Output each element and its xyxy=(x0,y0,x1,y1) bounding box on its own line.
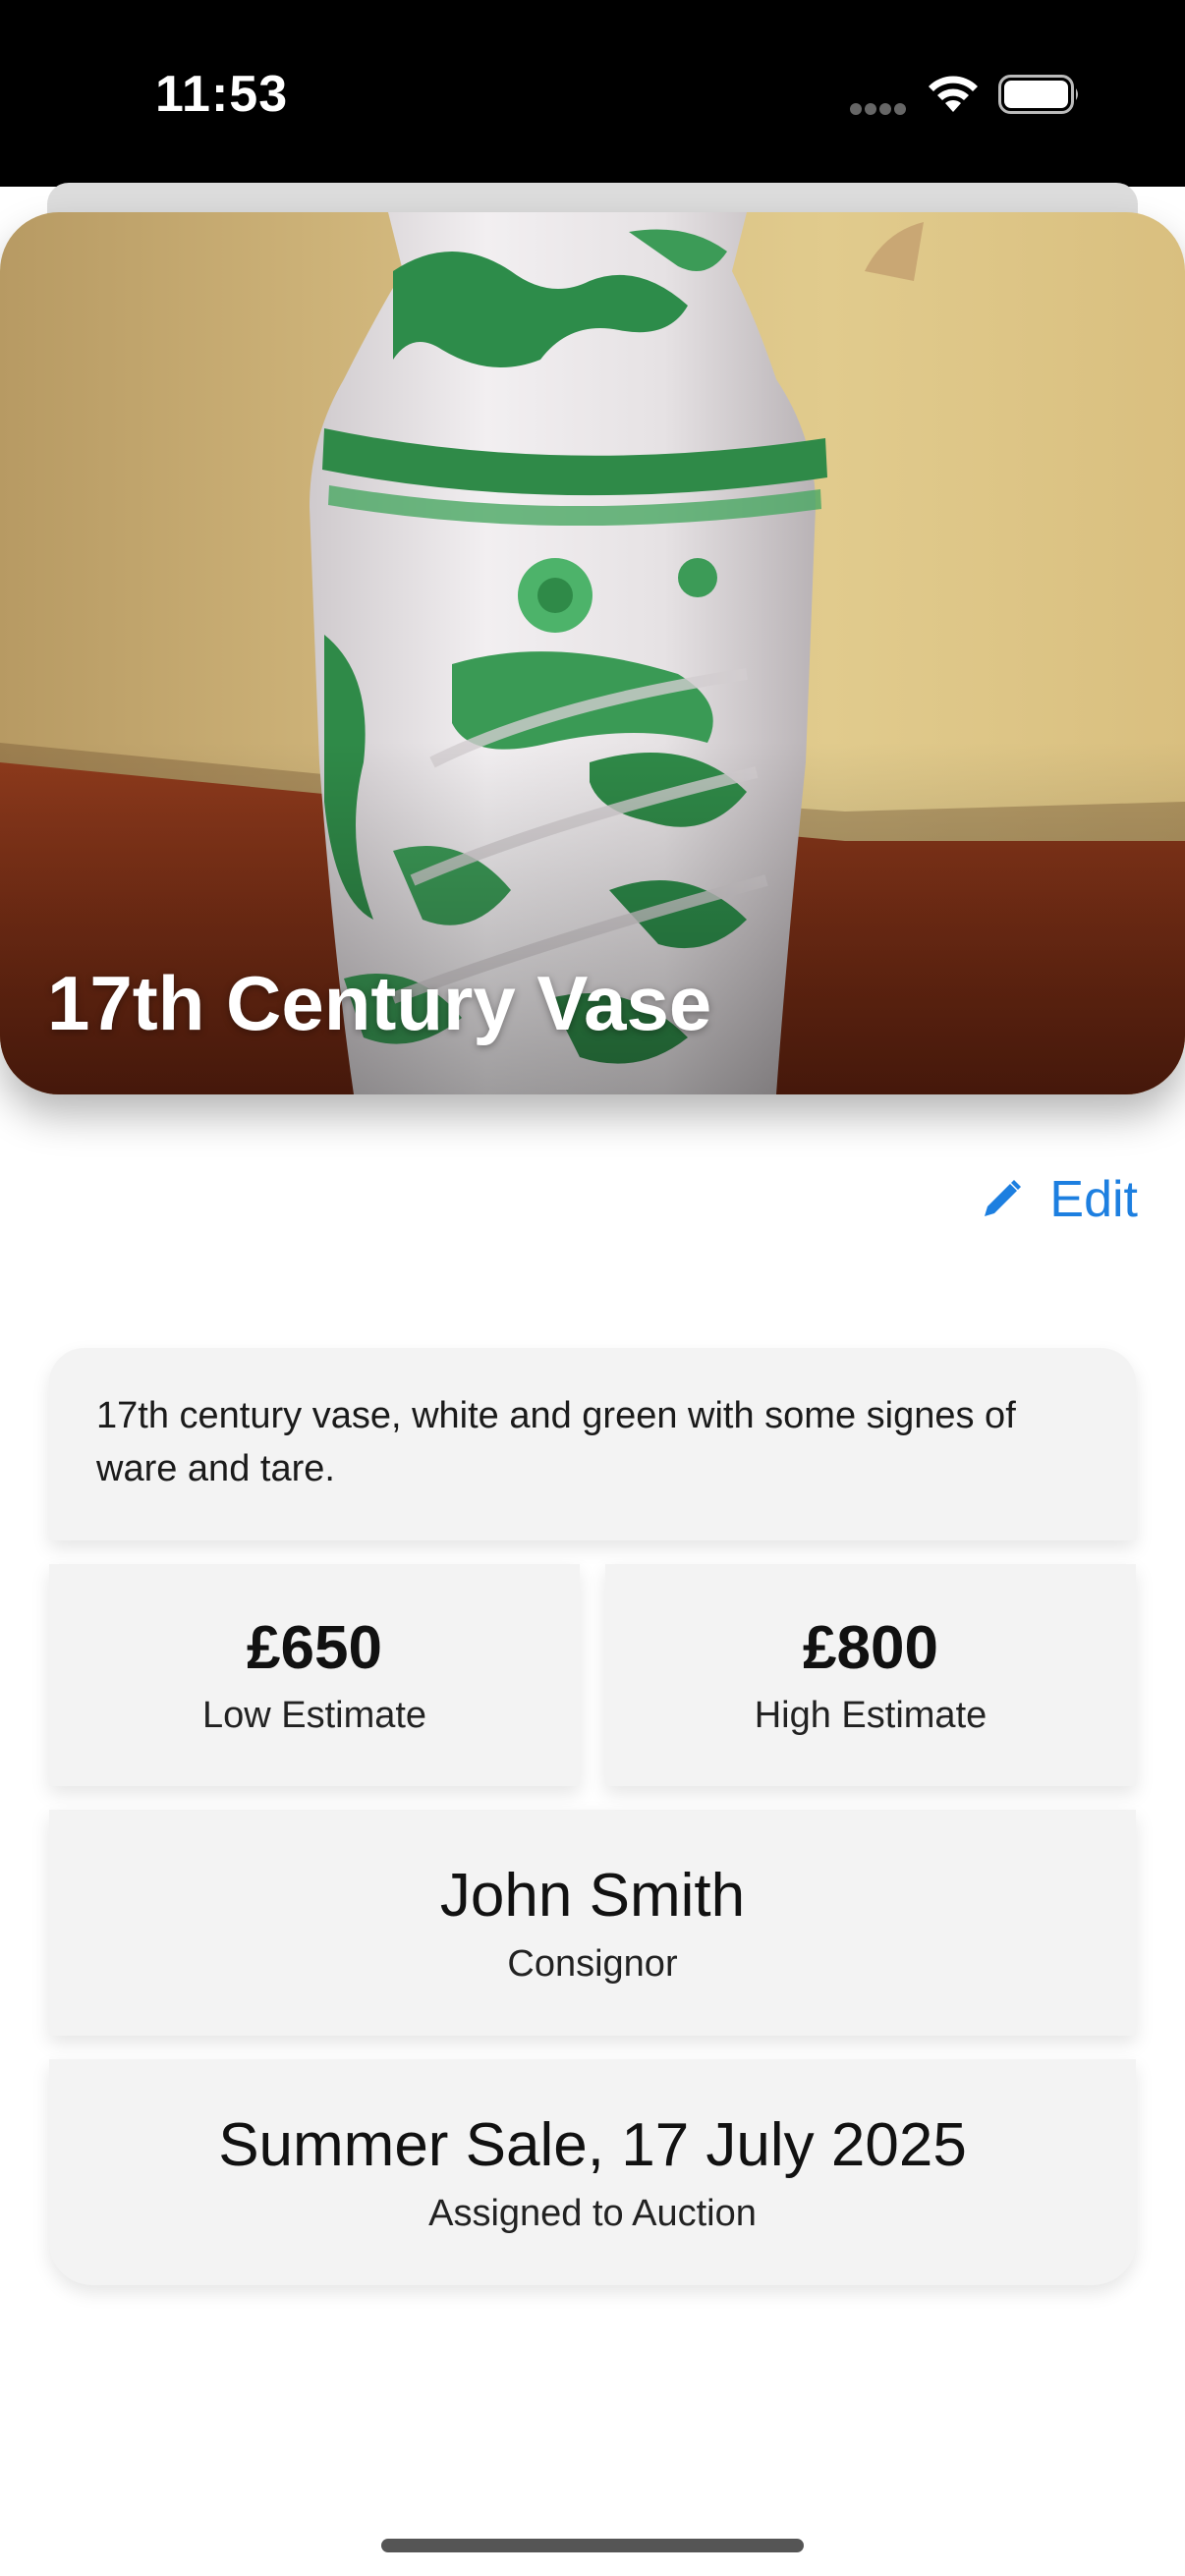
auction-name: Summer Sale, 17 July 2025 xyxy=(218,2110,967,2179)
battery-icon xyxy=(998,75,1078,114)
low-estimate-label: Low Estimate xyxy=(201,1694,427,1736)
item-hero-card: 17th Century Vase xyxy=(0,212,1185,1094)
item-description: 17th century vase, white and green with … xyxy=(96,1395,1016,1489)
cellular-signal-icon xyxy=(850,103,906,115)
consignor-card: John Smith Consignor xyxy=(49,1810,1136,2036)
wifi-icon xyxy=(929,76,978,112)
estimates-row: £650 Low Estimate £800 High Estimate xyxy=(49,1564,1136,1786)
pencil-icon xyxy=(985,1180,1022,1216)
auction-label: Assigned to Auction xyxy=(428,2192,757,2234)
high-estimate-card: £800 High Estimate xyxy=(605,1564,1136,1786)
edit-label: Edit xyxy=(1049,1171,1138,1228)
status-bar: 11:53 xyxy=(0,0,1185,187)
low-estimate-card: £650 Low Estimate xyxy=(49,1564,580,1786)
consignor-name: John Smith xyxy=(439,1861,746,1930)
item-details: 17th century vase, white and green with … xyxy=(49,1348,1136,2285)
description-card: 17th century vase, white and green with … xyxy=(49,1348,1136,1540)
edit-button[interactable]: Edit xyxy=(979,1167,1138,1232)
home-indicator[interactable] xyxy=(381,2539,804,2552)
consignor-label: Consignor xyxy=(507,1942,678,1985)
item-title: 17th Century Vase xyxy=(47,960,712,1046)
auction-card: Summer Sale, 17 July 2025 Assigned to Au… xyxy=(49,2059,1136,2285)
status-time: 11:53 xyxy=(155,66,289,123)
high-estimate-value: £800 xyxy=(803,1613,938,1682)
high-estimate-label: High Estimate xyxy=(754,1694,988,1736)
low-estimate-value: £650 xyxy=(247,1613,382,1682)
